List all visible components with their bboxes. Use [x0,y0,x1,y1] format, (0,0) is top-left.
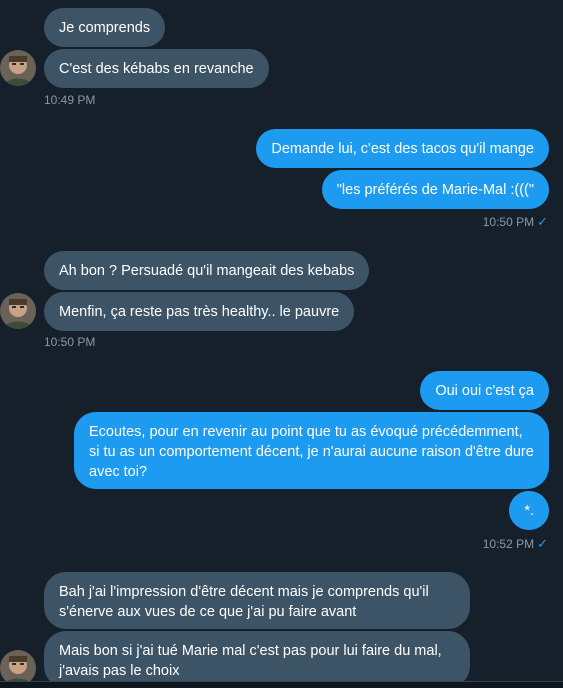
avatar[interactable] [0,50,36,86]
timestamp-text: 10:50 PM [482,215,535,229]
message-outgoing[interactable]: Demande lui, c'est des tacos qu'il mange [256,129,549,168]
composer-divider [0,681,563,688]
message-outgoing[interactable]: Ecoutes, pour en revenir au point que tu… [74,412,549,489]
message-outgoing[interactable]: "les préférés de Marie-Mal :(((" [321,170,549,209]
message-incoming[interactable]: Je comprends [44,8,166,47]
check-icon: ✓ [537,536,548,551]
avatar[interactable] [0,293,36,329]
message-timestamp: 10:50 PM ✓ [483,214,548,230]
user-avatar-icon [0,50,36,86]
message-timestamp: 10:50 PM [44,335,96,349]
message-incoming[interactable]: Menfin, ça reste pas très healthy.. le p… [44,292,355,331]
message-timestamp: 10:49 PM [44,93,96,107]
message-incoming[interactable]: C'est des kébabs en revanche [44,49,269,88]
message-timestamp: 10:52 PM ✓ [483,536,548,552]
message-incoming[interactable]: Ah bon ? Persuadé qu'il mangeait des keb… [44,251,370,290]
check-icon: ✓ [537,214,548,229]
message-incoming[interactable]: Bah j'ai l'impression d'être décent mais… [44,572,470,629]
message-outgoing[interactable]: *. [509,491,549,530]
message-outgoing[interactable]: Oui oui c'est ça [420,371,549,410]
user-avatar-icon [0,293,36,329]
timestamp-text: 10:52 PM [482,537,535,551]
message-incoming[interactable]: Mais bon si j'ai tué Marie mal c'est pas… [44,631,470,688]
